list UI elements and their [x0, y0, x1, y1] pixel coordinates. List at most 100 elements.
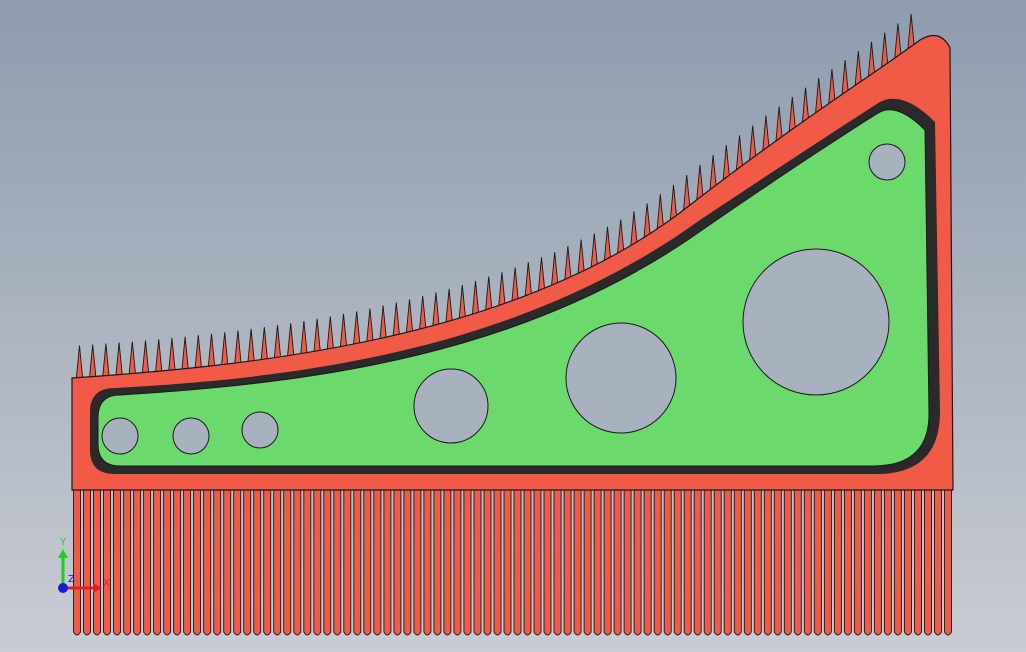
- comb-tooth[interactable]: [233, 489, 242, 636]
- comb-tooth[interactable]: [373, 489, 382, 636]
- comb-tooth[interactable]: [513, 489, 522, 636]
- comb-tooth[interactable]: [493, 489, 502, 636]
- comb-tooth[interactable]: [163, 489, 172, 636]
- comb-tooth[interactable]: [313, 489, 322, 636]
- comb-tooth[interactable]: [73, 489, 81, 636]
- comb-tooth[interactable]: [363, 489, 372, 636]
- comb-tooth[interactable]: [603, 489, 612, 636]
- comb-tooth[interactable]: [173, 489, 182, 636]
- comb-tooth[interactable]: [473, 489, 482, 636]
- comb-tooth[interactable]: [823, 489, 832, 636]
- comb-tooth[interactable]: [483, 489, 492, 636]
- comb-tooth[interactable]: [123, 489, 132, 636]
- comb-tooth[interactable]: [93, 489, 101, 636]
- comb-tooth[interactable]: [213, 489, 222, 636]
- comb-tooth[interactable]: [143, 489, 152, 636]
- comb-tooth[interactable]: [853, 489, 862, 636]
- comb-tooth[interactable]: [623, 489, 632, 636]
- comb-tooth[interactable]: [833, 489, 842, 636]
- comb-tooth[interactable]: [303, 489, 312, 636]
- hole[interactable]: [101, 417, 139, 455]
- comb-tooth[interactable]: [934, 489, 942, 636]
- comb-tooth[interactable]: [863, 489, 872, 636]
- hole[interactable]: [241, 411, 279, 449]
- comb-tooth[interactable]: [203, 489, 212, 636]
- comb-tooth[interactable]: [413, 489, 422, 636]
- comb-tooth[interactable]: [533, 489, 542, 636]
- comb-tooth[interactable]: [793, 489, 802, 636]
- comb-tooth[interactable]: [263, 489, 272, 636]
- comb-tooth[interactable]: [153, 489, 162, 636]
- triad-y-label: Y: [59, 537, 67, 548]
- comb-tooth[interactable]: [343, 489, 352, 636]
- comb-tooth[interactable]: [663, 489, 672, 636]
- comb-tooth[interactable]: [463, 489, 472, 636]
- comb-tooth[interactable]: [883, 489, 892, 636]
- comb-tooth[interactable]: [673, 489, 682, 636]
- comb-tooth[interactable]: [523, 489, 532, 636]
- comb-tooth[interactable]: [553, 489, 562, 636]
- triad-z-label: Z: [68, 574, 75, 585]
- comb-tooth[interactable]: [723, 489, 732, 636]
- comb-tooth[interactable]: [893, 489, 902, 636]
- comb-tooth[interactable]: [393, 489, 402, 636]
- comb-tooth[interactable]: [573, 489, 582, 636]
- comb-tooth[interactable]: [924, 489, 932, 636]
- hole[interactable]: [742, 248, 890, 396]
- comb-tooth[interactable]: [803, 489, 812, 636]
- hole[interactable]: [413, 368, 489, 444]
- comb-tooth[interactable]: [253, 489, 262, 636]
- comb-tooth[interactable]: [443, 489, 452, 636]
- comb-tooth[interactable]: [693, 489, 702, 636]
- comb-tooth[interactable]: [843, 489, 852, 636]
- comb-tooth[interactable]: [713, 489, 722, 636]
- hole[interactable]: [565, 322, 677, 434]
- comb-tooth[interactable]: [403, 489, 412, 636]
- comb-tooth[interactable]: [683, 489, 692, 636]
- comb-tooth[interactable]: [433, 489, 442, 636]
- comb-tooth[interactable]: [113, 489, 122, 636]
- comb-tooth[interactable]: [193, 489, 202, 636]
- comb-tooth[interactable]: [914, 489, 922, 636]
- comb-tooth[interactable]: [903, 489, 912, 636]
- comb-tooth[interactable]: [273, 489, 282, 636]
- comb-tooth[interactable]: [653, 489, 662, 636]
- comb-tooth[interactable]: [753, 489, 762, 636]
- comb-tooth[interactable]: [643, 489, 652, 636]
- comb-tooth[interactable]: [873, 489, 882, 636]
- comb-tooth[interactable]: [283, 489, 292, 636]
- comb-tooth[interactable]: [183, 489, 192, 636]
- comb-tooth[interactable]: [703, 489, 712, 636]
- model-view[interactable]: Y X Z: [0, 0, 1026, 652]
- comb-tooth[interactable]: [333, 489, 342, 636]
- comb-tooth[interactable]: [423, 489, 432, 636]
- comb-tooth[interactable]: [783, 489, 792, 636]
- comb-tooth[interactable]: [563, 489, 572, 636]
- triad-x-label: X: [103, 578, 110, 589]
- graphics-viewport[interactable]: Y X Z: [0, 0, 1026, 652]
- comb-tooth[interactable]: [453, 489, 462, 636]
- comb-tooth[interactable]: [383, 489, 392, 636]
- comb-tooth[interactable]: [293, 489, 302, 636]
- comb-tooth[interactable]: [103, 489, 111, 636]
- comb-tooth[interactable]: [743, 489, 752, 636]
- comb-tooth[interactable]: [243, 489, 252, 636]
- comb-tooth[interactable]: [813, 489, 822, 636]
- comb-tooth[interactable]: [763, 489, 772, 636]
- hole[interactable]: [868, 143, 906, 181]
- comb-tooth[interactable]: [613, 489, 622, 636]
- comb-tooth[interactable]: [223, 489, 232, 636]
- comb-tooth[interactable]: [543, 489, 552, 636]
- comb-tooth[interactable]: [633, 489, 642, 636]
- comb-tooth[interactable]: [944, 489, 952, 636]
- comb-tooth[interactable]: [583, 489, 592, 636]
- comb-tooth[interactable]: [353, 489, 362, 636]
- comb-tooth[interactable]: [83, 489, 91, 636]
- comb-tooth[interactable]: [503, 489, 512, 636]
- comb-tooth[interactable]: [323, 489, 332, 636]
- comb-tooth[interactable]: [593, 489, 602, 636]
- comb-tooth[interactable]: [773, 489, 782, 636]
- hole[interactable]: [172, 417, 210, 455]
- comb-tooth[interactable]: [733, 489, 742, 636]
- comb-tooth[interactable]: [133, 489, 142, 636]
